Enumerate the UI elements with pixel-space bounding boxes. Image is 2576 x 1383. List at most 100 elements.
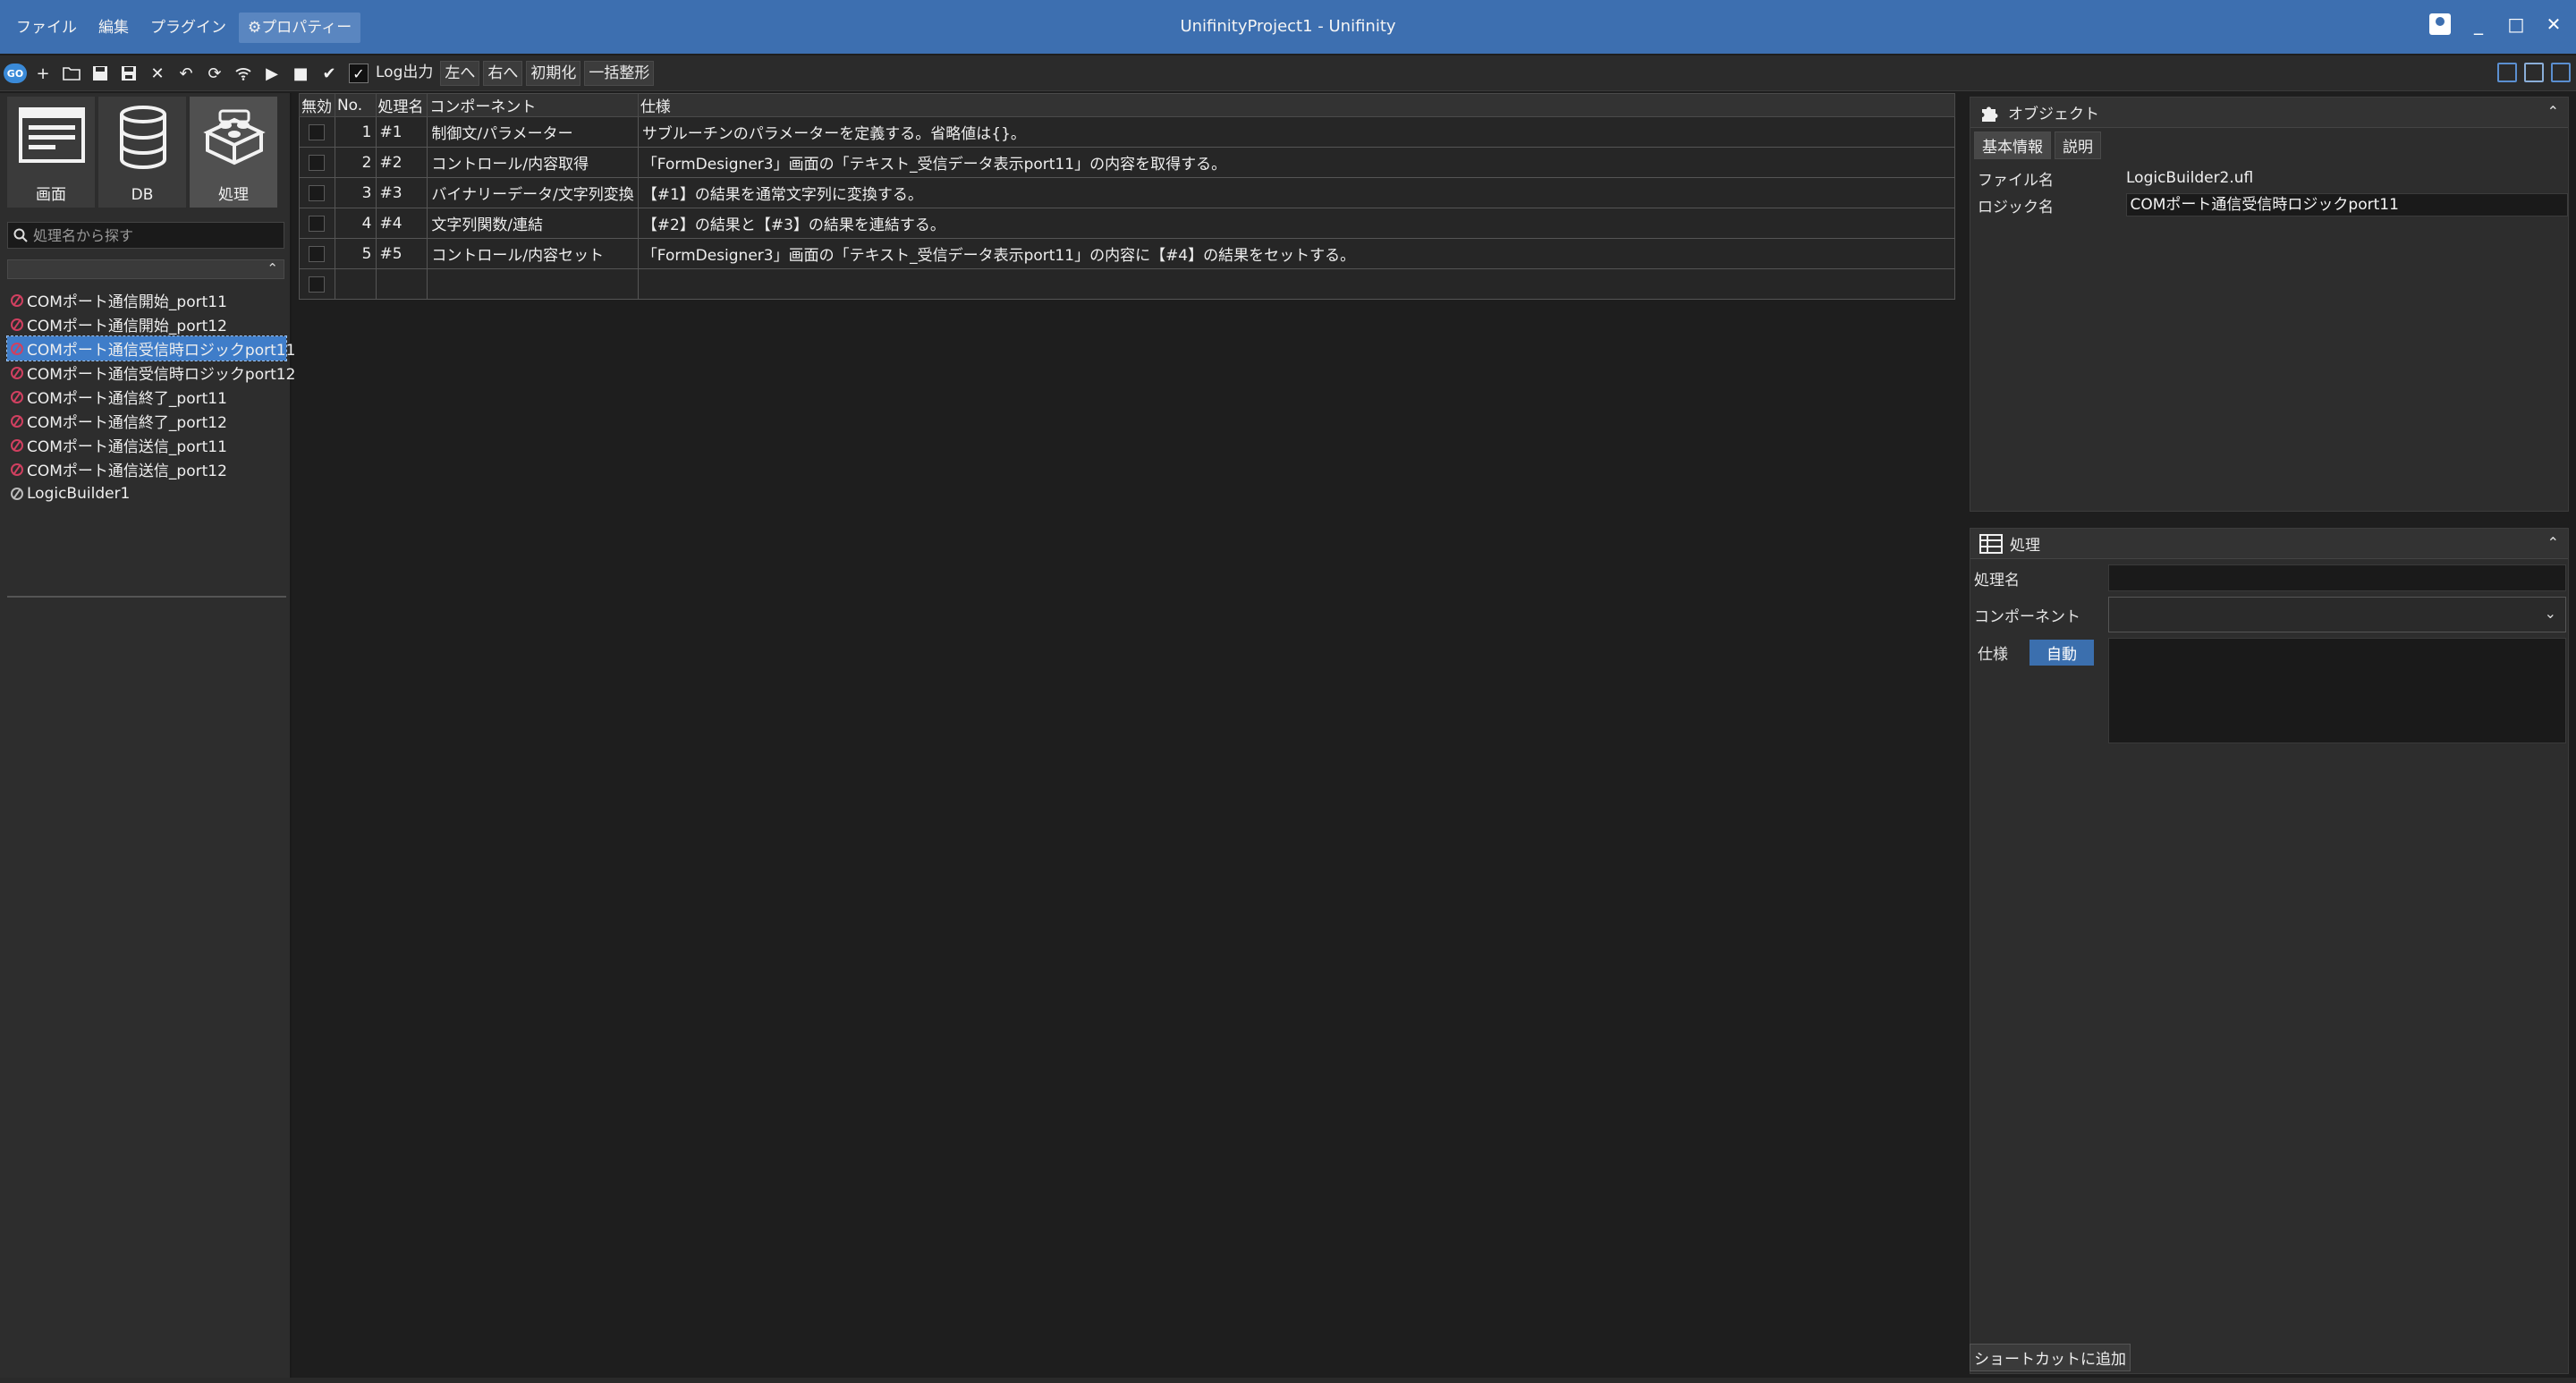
- list-item[interactable]: COMポート通信終了_port11: [7, 385, 286, 409]
- logic-name-field[interactable]: COMポート通信受信時ロジックport11: [2125, 193, 2568, 216]
- spec-cell[interactable]: 「FormDesigner3」画面の「テキスト_受信データ表示port11」の内…: [637, 147, 1956, 178]
- check-icon[interactable]: ✔: [317, 61, 342, 86]
- table-row[interactable]: 1 #1 制御文/パラメーター サブルーチンのパラメーターを定義する。省略値は{…: [299, 116, 1956, 148]
- log-output-label[interactable]: Log出力: [372, 61, 436, 86]
- layout-left-icon[interactable]: [2497, 63, 2517, 82]
- list-item[interactable]: COMポート通信開始_port11: [7, 288, 286, 312]
- name-cell[interactable]: #4: [375, 208, 428, 239]
- component-cell[interactable]: コントロール/内容セット: [427, 238, 639, 269]
- logic-search[interactable]: [7, 222, 284, 249]
- table-row-empty[interactable]: [299, 268, 1956, 300]
- spec-cell[interactable]: 【#2】の結果と【#3】の結果を連結する。: [637, 208, 1956, 239]
- add-shortcut-button[interactable]: ショートカットに追加: [1970, 1344, 2131, 1371]
- add-icon[interactable]: +: [30, 61, 55, 86]
- list-item[interactable]: COMポート通信送信_port11: [7, 433, 286, 457]
- spec-label: 仕様: [1978, 646, 2008, 664]
- table-row[interactable]: 4 #4 文字列関数/連結 【#2】の結果と【#3】の結果を連結する。: [299, 208, 1956, 239]
- tab-screen[interactable]: 画面: [7, 97, 95, 208]
- tab-db[interactable]: DB: [98, 97, 186, 208]
- auto-button[interactable]: 自動: [2029, 640, 2094, 666]
- name-cell[interactable]: #1: [375, 116, 428, 148]
- name-cell[interactable]: #3: [375, 177, 428, 208]
- table-row[interactable]: 3 #3 バイナリーデータ/文字列変換 【#1】の結果を通常文字列に変換する。: [299, 177, 1956, 208]
- tab-description[interactable]: 説明: [2055, 132, 2101, 159]
- log-output-checkbox[interactable]: ✓: [349, 64, 369, 83]
- process-panel-header[interactable]: 処理 ⌃: [1970, 529, 2568, 559]
- name-cell[interactable]: #2: [375, 147, 428, 178]
- disabled-checkbox[interactable]: [309, 184, 326, 201]
- disabled-cell[interactable]: [299, 116, 335, 148]
- component-select[interactable]: ⌄: [2108, 597, 2566, 632]
- move-right-button[interactable]: 右へ: [483, 61, 523, 86]
- disabled-checkbox[interactable]: [309, 154, 326, 171]
- go-icon[interactable]: GO: [4, 64, 27, 83]
- bulk-format-button[interactable]: 一括整形: [584, 61, 655, 86]
- component-cell[interactable]: コントロール/内容取得: [427, 147, 639, 178]
- component-cell[interactable]: バイナリーデータ/文字列変換: [427, 177, 639, 208]
- process-name-field[interactable]: [2108, 564, 2566, 591]
- disabled-cell[interactable]: [299, 208, 335, 239]
- table-row[interactable]: 5 #5 コントロール/内容セット 「FormDesigner3」画面の「テキス…: [299, 238, 1956, 269]
- disabled-checkbox[interactable]: [309, 123, 326, 140]
- list-item[interactable]: COMポート通信開始_port12: [7, 312, 286, 336]
- disabled-checkbox[interactable]: [309, 245, 326, 262]
- delete-icon[interactable]: ✕: [145, 61, 170, 86]
- layout-bottom-icon[interactable]: [2524, 63, 2544, 82]
- initialize-button[interactable]: 初期化: [526, 61, 581, 86]
- undo-icon[interactable]: ↶: [174, 61, 199, 86]
- disabled-checkbox[interactable]: [309, 276, 326, 293]
- spec-textarea[interactable]: [2108, 638, 2566, 743]
- save-all-icon[interactable]: [116, 61, 141, 86]
- play-icon[interactable]: ▶: [259, 61, 284, 86]
- logic-icon: [11, 438, 23, 452]
- header-spec[interactable]: 仕様: [637, 93, 1956, 117]
- move-left-button[interactable]: 左へ: [440, 61, 480, 86]
- tab-process[interactable]: 処理: [190, 97, 277, 208]
- disabled-cell[interactable]: [299, 268, 335, 300]
- list-item[interactable]: COMポート通信受信時ロジックport12: [7, 361, 295, 385]
- chevron-up-icon[interactable]: ⌃: [2547, 103, 2559, 120]
- list-item[interactable]: COMポート通信終了_port12: [7, 409, 286, 433]
- maximize-icon[interactable]: □: [2506, 13, 2526, 36]
- component-cell[interactable]: 文字列関数/連結: [427, 208, 639, 239]
- disabled-cell[interactable]: [299, 147, 335, 178]
- refresh-icon[interactable]: ⟳: [202, 61, 227, 86]
- close-icon[interactable]: ✕: [2544, 13, 2563, 36]
- user-icon[interactable]: [2429, 13, 2451, 35]
- spec-cell[interactable]: 【#1】の結果を通常文字列に変換する。: [637, 177, 1956, 208]
- header-disabled[interactable]: 無効: [299, 93, 335, 117]
- disabled-checkbox[interactable]: [309, 215, 326, 232]
- object-panel-header[interactable]: オブジェクト ⌃: [1970, 98, 2568, 128]
- tab-db-label: DB: [131, 186, 154, 204]
- layout-right-icon[interactable]: [2551, 63, 2571, 82]
- disabled-cell[interactable]: [299, 177, 335, 208]
- tab-basic-info[interactable]: 基本情報: [1974, 132, 2051, 159]
- list-collapse-bar[interactable]: ⌃: [7, 259, 284, 279]
- minimize-icon[interactable]: _: [2469, 13, 2488, 36]
- disabled-cell[interactable]: [299, 238, 335, 269]
- table-row[interactable]: 2 #2 コントロール/内容取得 「FormDesigner3」画面の「テキスト…: [299, 147, 1956, 178]
- wifi-icon[interactable]: [231, 61, 256, 86]
- name-cell[interactable]: [375, 268, 428, 300]
- list-item[interactable]: COMポート通信送信_port12: [7, 457, 286, 481]
- list-item-selected[interactable]: COMポート通信受信時ロジックport11: [6, 335, 295, 361]
- spec-cell[interactable]: 「FormDesigner3」画面の「テキスト_受信データ表示port11」の内…: [637, 238, 1956, 269]
- header-component[interactable]: コンポーネント: [427, 93, 639, 117]
- header-name[interactable]: 処理名: [375, 93, 428, 117]
- stop-icon[interactable]: ■: [288, 61, 313, 86]
- save-icon[interactable]: [88, 61, 113, 86]
- component-cell[interactable]: 制御文/パラメーター: [427, 116, 639, 148]
- chevron-down-icon[interactable]: ⌄: [2545, 605, 2556, 622]
- chevron-up-icon[interactable]: ⌃: [267, 260, 278, 276]
- open-folder-icon[interactable]: [59, 61, 84, 86]
- search-input[interactable]: [33, 226, 275, 244]
- logic-name-label: ロジック名: [1978, 198, 2054, 216]
- component-cell[interactable]: [427, 268, 639, 300]
- header-no[interactable]: No.: [334, 93, 377, 117]
- window-title: UnifinityProject1 - Unifinity: [1180, 17, 1396, 36]
- list-item[interactable]: LogicBuilder1: [7, 481, 286, 505]
- spec-cell[interactable]: [637, 268, 1956, 300]
- chevron-up-icon[interactable]: ⌃: [2547, 534, 2559, 551]
- name-cell[interactable]: #5: [375, 238, 428, 269]
- spec-cell[interactable]: サブルーチンのパラメーターを定義する。省略値は{}。: [637, 116, 1956, 148]
